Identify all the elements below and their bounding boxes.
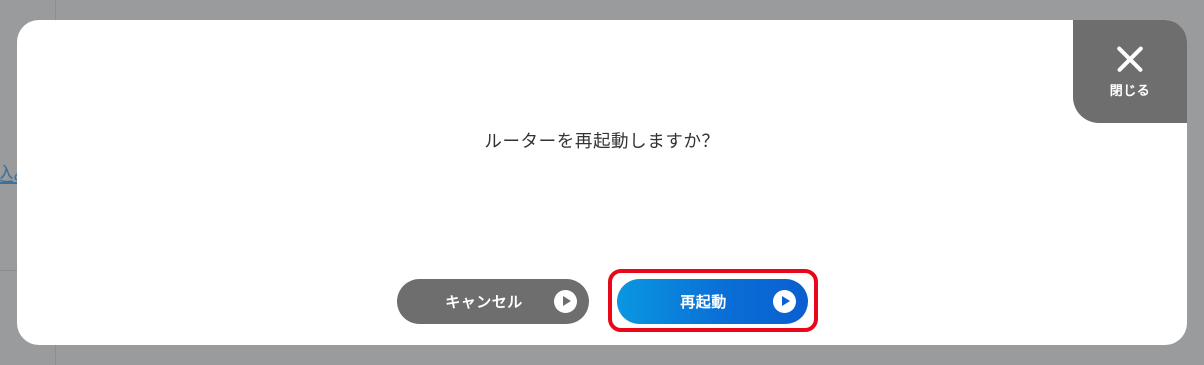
restart-button[interactable]: 再起動 — [617, 279, 808, 324]
background-divider — [55, 0, 56, 20]
close-button[interactable]: 閉じる — [1073, 20, 1187, 123]
restart-confirm-dialog: 閉じる ルーターを再起動しますか？ キャンセル 再起動 — [17, 20, 1187, 345]
close-icon — [1115, 44, 1145, 74]
background-divider — [0, 270, 17, 271]
play-circle-icon — [554, 290, 577, 313]
cancel-button[interactable]: キャンセル — [397, 279, 589, 324]
play-circle-icon — [773, 290, 796, 313]
confirm-message: ルーターを再起動しますか？ — [484, 132, 720, 152]
close-label: 閉じる — [1109, 84, 1151, 99]
background-divider — [55, 345, 56, 365]
